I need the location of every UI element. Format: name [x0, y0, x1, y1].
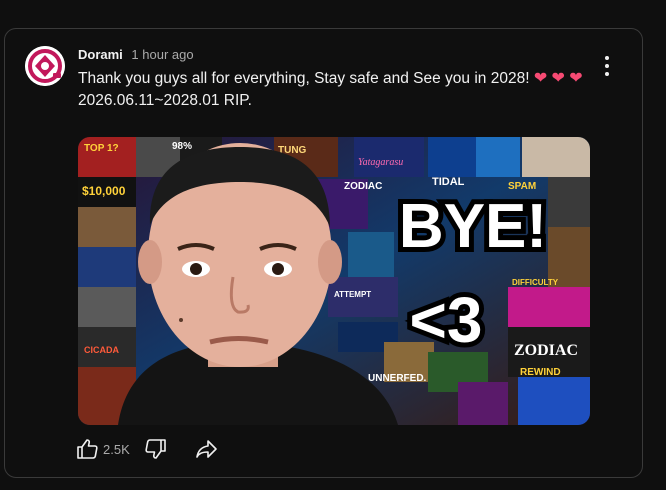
- tile-label: 98%: [172, 141, 192, 152]
- image-caption-heart: <3: [410, 284, 483, 356]
- post-text-date: 2026.06.11~2028.01 RIP.: [78, 92, 252, 109]
- channel-avatar[interactable]: [25, 46, 65, 86]
- post-time[interactable]: 1 hour ago: [131, 47, 193, 62]
- heart-emoji: ❤: [551, 70, 565, 87]
- post-actions: 2.5K: [75, 436, 218, 462]
- heart-emoji: ❤: [533, 70, 548, 87]
- image-caption-bye: BYE!: [399, 192, 547, 261]
- dorami-logo-icon: [25, 46, 65, 86]
- tile-label: ZODIAC: [344, 181, 382, 192]
- more-vert-dot: [605, 72, 609, 76]
- share-button[interactable]: [194, 437, 218, 461]
- tile-label: SPAM: [508, 181, 536, 192]
- tile-label: ATTEMPT: [334, 290, 371, 299]
- thumbnail-collage: TOP 1? 98% TUNG Yatagarasu TIDAL $10,000…: [78, 137, 590, 425]
- tile-label: REWIND: [520, 367, 561, 378]
- tile-label: TIDAL: [432, 176, 465, 188]
- tile-label: DIFFICULTY: [512, 278, 559, 287]
- tile-label: TOP 1?: [84, 143, 119, 154]
- channel-name[interactable]: Dorami: [78, 47, 123, 62]
- post-image[interactable]: TOP 1? 98% TUNG Yatagarasu TIDAL $10,000…: [78, 137, 590, 425]
- tile-label: CICADA: [84, 345, 119, 355]
- thumbs-up-icon: [77, 439, 98, 459]
- thumbs-down-icon: [145, 439, 166, 459]
- post-text-main: Thank you guys all for everything, Stay …: [78, 70, 530, 87]
- post-text: Thank you guys all for everything, Stay …: [78, 68, 598, 112]
- tile-label: UNNERFED.: [368, 373, 427, 384]
- share-icon: [195, 440, 217, 458]
- more-vert-dot: [605, 64, 609, 68]
- like-button[interactable]: 2.5K: [75, 437, 144, 461]
- tile-label: $10,000: [82, 184, 126, 198]
- heart-emoji: ❤: [569, 70, 583, 87]
- community-post-card: Dorami 1 hour ago Thank you guys all for…: [4, 28, 643, 478]
- tile-label: Yatagarasu: [358, 157, 403, 168]
- like-count: 2.5K: [103, 441, 130, 457]
- more-vert-icon: [605, 56, 609, 60]
- post-header: Dorami 1 hour ago: [78, 47, 194, 62]
- more-options-button[interactable]: [597, 54, 617, 78]
- tile-label: ZODIAC: [514, 342, 578, 359]
- dislike-button[interactable]: [144, 437, 168, 461]
